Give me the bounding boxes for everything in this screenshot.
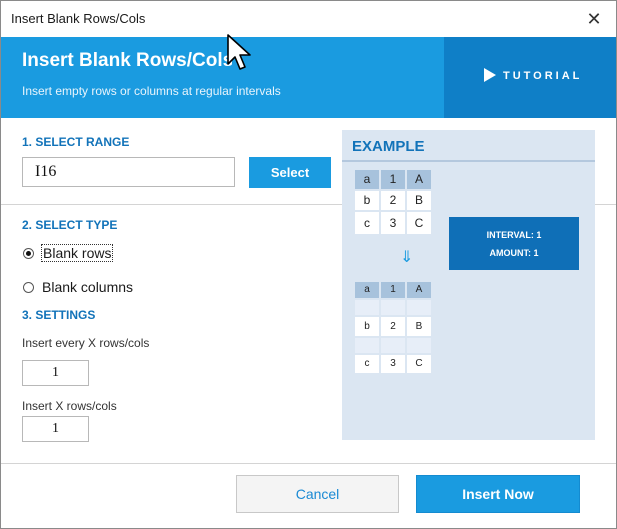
window-title: Insert Blank Rows/Cols <box>11 11 146 26</box>
play-icon <box>484 68 496 82</box>
insert-amount-input[interactable]: 1 <box>22 416 89 442</box>
table-cell: a <box>355 282 379 298</box>
table-cell: c <box>355 355 379 373</box>
amount-text: AMOUNT: 1 <box>489 248 539 258</box>
select-type-heading: 2. SELECT TYPE <box>22 218 118 232</box>
banner-title: Insert Blank Rows/Cols <box>22 50 232 71</box>
table-cell: 3 <box>381 355 405 373</box>
mouse-cursor-icon <box>227 34 251 70</box>
table-cell: 2 <box>381 191 405 210</box>
radio-button[interactable] <box>23 282 34 293</box>
radio-button-checked[interactable] <box>23 248 34 259</box>
radio-label: Blank columns <box>42 279 134 295</box>
title-bar[interactable]: Insert Blank Rows/Cols ✕ <box>1 1 616 37</box>
table-cell: a <box>355 170 379 189</box>
radio-blank-rows[interactable]: Blank rows <box>23 244 143 265</box>
insert-every-input[interactable]: 1 <box>22 360 89 386</box>
table-cell: 2 <box>381 317 405 336</box>
blank-row-cell <box>381 300 405 315</box>
divider <box>595 204 616 205</box>
radio-blank-columns[interactable]: Blank columns <box>23 279 163 299</box>
banner-subtitle: Insert empty rows or columns at regular … <box>22 84 281 98</box>
table-cell: B <box>407 317 431 336</box>
interval-amount-box: INTERVAL: 1 AMOUNT: 1 <box>449 217 579 270</box>
table-cell: c <box>355 212 379 234</box>
example-heading: EXAMPLE <box>352 138 425 155</box>
range-input[interactable]: I16 <box>22 157 235 187</box>
table-cell: A <box>407 282 431 298</box>
blank-row-cell <box>355 300 379 315</box>
blank-row-cell <box>407 300 431 315</box>
table-cell: 1 <box>381 170 405 189</box>
blank-row-cell <box>355 338 379 353</box>
table-cell: b <box>355 191 379 210</box>
interval-text: INTERVAL: 1 <box>486 230 542 240</box>
table-cell: 3 <box>381 212 405 234</box>
table-cell: C <box>407 212 431 234</box>
header-banner: Insert Blank Rows/Cols Insert empty rows… <box>1 37 616 118</box>
radio-label: Blank rows <box>41 244 114 262</box>
cancel-button[interactable]: Cancel <box>236 475 399 513</box>
dialog-window: Insert Blank Rows/Cols ✕ Insert Blank Ro… <box>0 0 617 529</box>
insert-every-label: Insert every X rows/cols <box>22 336 150 350</box>
insert-now-button[interactable]: Insert Now <box>416 475 580 513</box>
select-range-button[interactable]: Select <box>249 157 331 188</box>
close-icon[interactable]: ✕ <box>582 7 606 31</box>
table-cell: B <box>407 191 431 210</box>
tutorial-button[interactable]: TUTORIAL <box>444 37 616 118</box>
footer-divider <box>1 463 616 464</box>
settings-heading: 3. SETTINGS <box>22 308 96 322</box>
table-cell: A <box>407 170 431 189</box>
example-divider <box>342 160 595 162</box>
select-range-heading: 1. SELECT RANGE <box>22 135 130 149</box>
arrow-down-icon: ⇓ <box>400 249 414 266</box>
tutorial-label: TUTORIAL <box>503 70 583 82</box>
table-cell: C <box>407 355 431 373</box>
blank-row-cell <box>381 338 405 353</box>
blank-row-cell <box>407 338 431 353</box>
divider <box>1 204 342 205</box>
table-cell: b <box>355 317 379 336</box>
table-cell: 1 <box>381 282 405 298</box>
example-panel: EXAMPLE a 1 A b 2 B c 3 C ⇓ a 1 A b 2 B <box>342 130 595 440</box>
insert-amount-label: Insert X rows/cols <box>22 399 117 413</box>
